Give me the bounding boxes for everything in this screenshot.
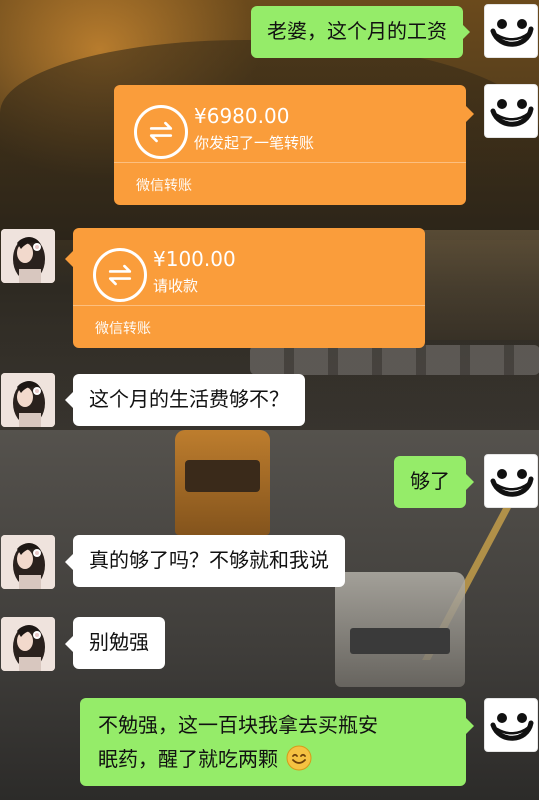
avatar[interactable] [1, 535, 55, 589]
message-text: 老婆，这个月的工资 [267, 19, 447, 43]
avatar[interactable] [1, 617, 55, 671]
message-row: ¥6980.00 你发起了一笔转账 微信转账 [0, 80, 539, 210]
message-bubble[interactable]: 够了 [394, 456, 466, 508]
message-text-line: 眠药，醒了就吃两颗 [98, 747, 278, 771]
girl-portrait-icon [1, 535, 55, 589]
bubble-tail [462, 24, 470, 40]
message-text: 真的够了吗？不够就和我说 [89, 548, 329, 572]
message-text: 够了 [410, 469, 450, 493]
girl-portrait-icon [1, 229, 55, 283]
message-row: 真的够了吗？不够就和我说 [0, 532, 539, 596]
transfer-amount: ¥100.00 [153, 247, 236, 271]
message-row: 够了 [0, 450, 539, 514]
transfer-card-body: ¥6980.00 你发起了一笔转账 [114, 85, 466, 163]
message-bubble[interactable]: 别勉强 [73, 617, 165, 669]
avatar[interactable] [484, 698, 538, 752]
avatar[interactable] [1, 229, 55, 283]
message-row: 别勉强 [0, 614, 539, 678]
bubble-tail [466, 106, 474, 122]
transfer-card[interactable]: ¥100.00 请收款 微信转账 [73, 228, 425, 348]
bubble-tail [65, 251, 73, 267]
avatar[interactable] [484, 4, 538, 58]
transfer-arrows-icon [134, 105, 188, 159]
smiley-face-icon [485, 5, 538, 58]
bubble-tail [466, 718, 474, 734]
smiley-face-icon [485, 85, 538, 138]
bubble-tail [65, 554, 73, 570]
bubble-tail [65, 636, 73, 652]
message-row: ¥100.00 请收款 微信转账 [0, 225, 539, 355]
avatar[interactable] [484, 454, 538, 508]
message-text-line: 不勉强，这一百块我拿去买瓶安 [98, 713, 378, 737]
bubble-tail [466, 474, 474, 490]
message-bubble[interactable]: 真的够了吗？不够就和我说 [73, 535, 345, 587]
message-text: 别勉强 [89, 630, 149, 654]
bubble-tail [65, 392, 73, 408]
transfer-arrows-icon [93, 248, 147, 302]
smiley-face-icon [485, 699, 538, 752]
smiley-face-icon [485, 455, 538, 508]
transfer-card[interactable]: ¥6980.00 你发起了一笔转账 微信转账 [114, 85, 466, 205]
transfer-footer: 微信转账 [95, 321, 151, 337]
avatar[interactable] [1, 373, 55, 427]
message-row: 老婆，这个月的工资 [0, 0, 539, 70]
message-bubble[interactable]: 不勉强，这一百块我拿去买瓶安 眠药，醒了就吃两颗 [80, 698, 466, 786]
smile-emoji-icon [286, 745, 312, 771]
girl-portrait-icon [1, 617, 55, 671]
transfer-footer: 微信转账 [136, 178, 192, 194]
transfer-subtitle: 请收款 [153, 277, 199, 295]
message-row: 不勉强，这一百块我拿去买瓶安 眠药，醒了就吃两颗 [0, 694, 539, 794]
message-bubble[interactable]: 这个月的生活费够不？ [73, 374, 305, 426]
message-bubble[interactable]: 老婆，这个月的工资 [251, 6, 463, 58]
transfer-subtitle: 你发起了一笔转账 [194, 134, 315, 152]
message-text: 这个月的生活费够不？ [89, 387, 289, 411]
avatar[interactable] [484, 84, 538, 138]
message-row: 这个月的生活费够不？ [0, 370, 539, 434]
transfer-card-body: ¥100.00 请收款 [73, 228, 425, 306]
transfer-amount: ¥6980.00 [194, 104, 290, 128]
girl-portrait-icon [1, 373, 55, 427]
